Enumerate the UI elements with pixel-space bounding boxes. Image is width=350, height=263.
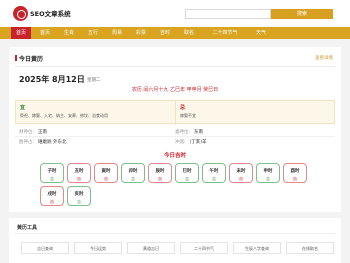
tool-link[interactable]: 生辰八字查询: [233, 242, 281, 254]
hour-name: 子时: [47, 169, 57, 174]
info-key: 胎神占:: [19, 140, 35, 145]
hour-card[interactable]: 卯时 吉: [121, 163, 145, 183]
hour-status: 凶: [104, 176, 108, 181]
info-joy-god: 喜神位: 东南: [175, 129, 203, 135]
hour-card[interactable]: 丑时 凶: [67, 163, 91, 183]
ji-text: 嫁娶不宜: [180, 113, 196, 118]
nav-item-zhouyi[interactable]: 周易: [107, 27, 127, 39]
hour-status: 吉: [131, 176, 135, 181]
almanac-tools-card: 黄历工具 吉日查询 今日运势 黄道吉日 二十四节气 生辰八字查询 在线取名: [9, 218, 341, 263]
nav-item-wuxing[interactable]: 五行: [83, 27, 103, 39]
divider: [15, 233, 335, 234]
hour-name: 卯时: [128, 169, 138, 174]
hour-card[interactable]: 亥时 吉: [67, 186, 91, 206]
nav-item-lucky-hours[interactable]: 吉时: [155, 27, 175, 39]
ji-section: 忌 嫁娶不宜: [176, 101, 336, 125]
yi-label: 宜: [20, 105, 26, 111]
nav-item-home[interactable]: 首页: [11, 27, 31, 39]
hour-status: 凶: [239, 176, 243, 181]
yi-ji-panel: 宜 祭祀、嫁娶、入宅、纳主、安葬、修坟、浴食动用 忌 嫁娶不宜: [15, 100, 336, 125]
tool-link[interactable]: 吉日查询: [21, 242, 69, 254]
nav-item-lottery[interactable]: 彩票: [131, 27, 151, 39]
tool-link[interactable]: 在线取名: [286, 242, 334, 254]
logo-icon[interactable]: [13, 6, 28, 21]
search-input[interactable]: [185, 9, 271, 19]
hour-status: 吉: [77, 199, 81, 204]
yi-section: 宜 祭祀、嫁娶、入宅、纳主、安葬、修坟、浴食动用: [16, 101, 176, 125]
info-wealth-god: 财神位: 正南: [19, 129, 47, 135]
more-link[interactable]: 查看详情: [315, 55, 333, 61]
tools-title: 黄历工具: [17, 225, 38, 231]
title-accent-bar: [15, 55, 17, 61]
info-fetal-god: 胎神占: 碓磨厕 外东北: [19, 139, 66, 145]
info-key: 财神位:: [19, 130, 35, 135]
tool-link[interactable]: 黄道吉日: [127, 242, 175, 254]
hour-status: 吉: [50, 176, 54, 181]
hour-name: 酉时: [290, 169, 300, 174]
hour-status: 吉: [185, 176, 189, 181]
hour-card[interactable]: 子时 吉: [40, 163, 64, 183]
info-key: 喜神位:: [175, 130, 191, 135]
hour-card[interactable]: 巳时 吉: [175, 163, 199, 183]
hour-name: 戌时: [47, 192, 57, 197]
nav-item-zodiac[interactable]: 生肖: [59, 27, 79, 39]
info-key: 冲煞:: [175, 140, 186, 145]
main-nav: 首页 首页 生肖 五行 周易 彩票 吉时 取名 二十四节气 天气: [0, 27, 350, 39]
almanac-title: 今日黄历: [19, 56, 44, 63]
lucky-hours-title: 今日吉时: [163, 153, 186, 159]
site-header: SEO文章系统 搜索: [0, 0, 350, 27]
hour-card[interactable]: 酉时 凶: [283, 163, 307, 183]
hour-name: 亥时: [74, 192, 84, 197]
nav-item-weather[interactable]: 天气: [251, 27, 271, 39]
divider: [15, 66, 335, 67]
lunar-date: 农历 闰六月十九 乙巳年 甲申月 癸巳日: [131, 87, 219, 93]
yi-text: 祭祀、嫁娶、入宅、纳主、安葬、修坟、浴食动用: [20, 113, 108, 118]
hour-name: 寅时: [101, 169, 111, 174]
hour-card[interactable]: 午时 吉: [202, 163, 226, 183]
info-value: (丁亥)羊: [189, 140, 207, 145]
hour-status: 吉: [212, 176, 216, 181]
info-clash: 冲煞: (丁亥)羊: [175, 139, 207, 145]
nav-item-solar-terms[interactable]: 二十四节气: [205, 27, 245, 39]
solar-date: 2025年 8月12日: [19, 75, 85, 84]
hour-name: 申时: [263, 169, 273, 174]
hour-card[interactable]: 寅时 凶: [94, 163, 118, 183]
hour-card[interactable]: 申时 吉: [256, 163, 280, 183]
nav-item-naming[interactable]: 取名: [179, 27, 199, 39]
hour-name: 丑时: [74, 169, 84, 174]
hour-card[interactable]: 未时 凶: [229, 163, 253, 183]
search-button[interactable]: 搜索: [271, 9, 333, 19]
hour-status: 凶: [77, 176, 81, 181]
weekday: 星期二: [87, 78, 101, 83]
hour-status: 凶: [158, 176, 162, 181]
hour-card[interactable]: 辰时 凶: [148, 163, 172, 183]
tool-link[interactable]: 今日运势: [74, 242, 122, 254]
hour-status: 凶: [293, 176, 297, 181]
hour-name: 巳时: [182, 169, 192, 174]
hour-name: 午时: [209, 169, 219, 174]
info-value: 正南: [38, 130, 48, 135]
ji-label: 忌: [180, 105, 186, 111]
hour-name: 未时: [236, 169, 246, 174]
site-name[interactable]: SEO文章系统: [30, 8, 71, 18]
hour-status: 吉: [266, 176, 270, 181]
tool-link[interactable]: 二十四节气: [180, 242, 228, 254]
info-value: 东南: [194, 130, 204, 135]
almanac-card: 今日黄历 查看详情 2025年 8月12日 星期二 农历 闰六月十九 乙巳年 甲…: [9, 47, 341, 212]
nav-item-home-2[interactable]: 首页: [35, 27, 55, 39]
hour-status: 凶: [50, 199, 54, 204]
hour-card[interactable]: 戌时 凶: [40, 186, 64, 206]
info-value: 碓磨厕 外东北: [38, 140, 67, 145]
hour-name: 辰时: [155, 169, 165, 174]
info-divider: [15, 136, 335, 137]
